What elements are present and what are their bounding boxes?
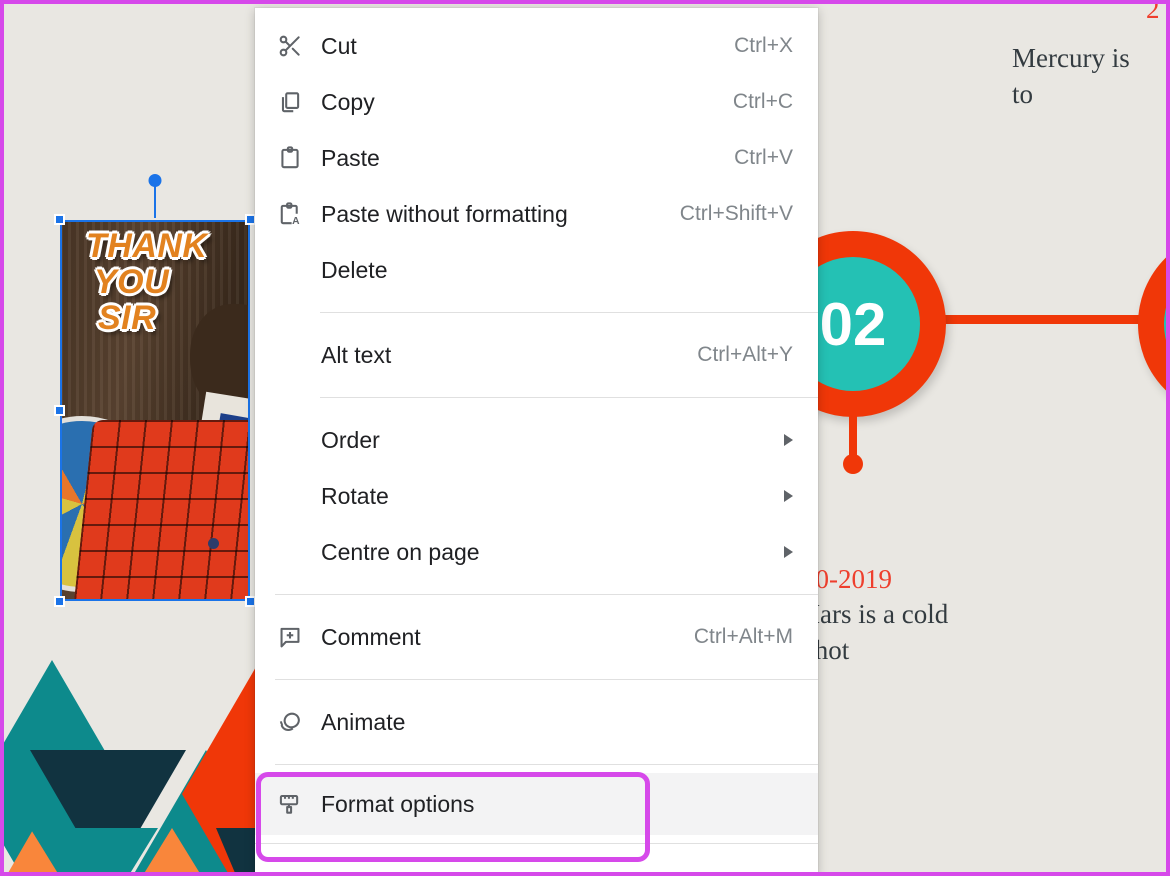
menu-separator-5 — [275, 764, 818, 765]
menu-item-copy-label: Copy — [321, 88, 375, 115]
menu-item-paste-without-formatting-label: Paste without formatting — [321, 200, 568, 227]
resize-handle-bottom-left[interactable] — [54, 596, 65, 607]
copy-icon — [277, 89, 321, 115]
image-caption-line-2: YOU — [94, 263, 170, 301]
menu-item-alt-text-label: Alt text — [321, 341, 392, 368]
menu-item-centre-on-page[interactable]: Centre on page — [255, 524, 818, 580]
timeline-node-03-ring — [1138, 231, 1166, 417]
clipboard-icon — [277, 145, 321, 171]
menu-item-delete-label: Delete — [321, 256, 388, 283]
menu-separator-6 — [255, 843, 818, 844]
menu-item-rotate[interactable]: Rotate — [255, 468, 818, 524]
menu-item-animate-label: Animate — [321, 708, 406, 735]
menu-item-format-options-label: Format options — [321, 790, 475, 817]
chevron-right-icon — [784, 490, 793, 502]
timeline-description-right: Mercury is to — [1012, 43, 1130, 110]
menu-item-paste[interactable]: Paste Ctrl+V — [255, 130, 818, 186]
menu-item-order-label: Order — [321, 426, 380, 453]
menu-item-paste-without-formatting-shortcut: Ctrl+Shift+V — [679, 202, 793, 225]
menu-item-cut[interactable]: Cut Ctrl+X — [255, 18, 818, 74]
triangle-teal-small-down — [30, 828, 158, 872]
image-caption-line-1: THANK — [86, 227, 208, 265]
clipboard-text-icon: A — [277, 201, 321, 227]
menu-item-copy-shortcut: Ctrl+C — [732, 90, 793, 113]
menu-item-animate[interactable]: Animate — [255, 694, 818, 750]
timeline-date-top-clipped: 2 — [1146, 4, 1160, 24]
menu-item-paste-shortcut: Ctrl+V — [734, 146, 793, 169]
menu-item-alt-text[interactable]: Alt text Ctrl+Alt+Y — [255, 327, 818, 383]
timeline-connector — [939, 315, 1154, 324]
selected-image-object[interactable]: THANK YOU SIR — [54, 174, 256, 607]
context-menu[interactable]: Cut Ctrl+X Copy Ctrl+C Paste Ctrl+V A Pa… — [255, 8, 818, 876]
scissors-icon — [277, 33, 321, 59]
menu-item-order[interactable]: Order — [255, 412, 818, 468]
comment-plus-icon — [277, 624, 321, 650]
menu-item-paste-label: Paste — [321, 144, 380, 171]
menu-separator-4 — [275, 679, 818, 680]
resize-handle-top-left[interactable] — [54, 214, 65, 225]
menu-item-centre-on-page-label: Centre on page — [321, 538, 480, 565]
chevron-right-icon — [784, 546, 793, 558]
menu-item-cut-label: Cut — [321, 32, 357, 59]
menu-item-copy[interactable]: Copy Ctrl+C — [255, 74, 818, 130]
menu-separator-1 — [320, 312, 818, 313]
timeline-node-02-label: 02 — [819, 290, 887, 358]
resize-handle-middle-left[interactable] — [54, 404, 65, 416]
decorative-triangles — [4, 622, 338, 872]
menu-item-rotate-label: Rotate — [321, 482, 389, 509]
paint-roller-icon — [277, 791, 321, 817]
animate-icon — [277, 709, 321, 735]
menu-item-alt-text-shortcut: Ctrl+Alt+Y — [697, 343, 793, 366]
image-thank-you-sir[interactable]: THANK YOU SIR — [60, 220, 250, 601]
menu-item-cut-shortcut: Ctrl+X — [734, 34, 793, 57]
menu-separator-2 — [320, 397, 818, 398]
svg-text:A: A — [292, 216, 300, 227]
menu-separator-3 — [275, 594, 818, 595]
chevron-right-icon — [784, 434, 793, 446]
screenshot-root: 2 Mercury is to 02 10-2019 red, Mars is … — [0, 0, 1170, 876]
menu-item-format-options[interactable]: Format options — [255, 773, 818, 835]
menu-item-comment-shortcut: Ctrl+Alt+M — [693, 625, 793, 648]
image-suit-button — [208, 538, 219, 549]
menu-item-comment-label: Comment — [321, 623, 421, 650]
timeline-node-02-dot — [843, 454, 863, 474]
timeline-node-03-disc — [1164, 257, 1166, 391]
image-caption-line-3: SIR — [98, 299, 157, 337]
rotate-handle[interactable] — [148, 174, 162, 187]
menu-item-paste-without-formatting[interactable]: A Paste without formatting Ctrl+Shift+V — [255, 186, 818, 242]
image-person-suit — [70, 420, 250, 601]
menu-item-comment[interactable]: Comment Ctrl+Alt+M — [255, 609, 818, 665]
menu-item-delete[interactable]: Delete — [255, 242, 818, 298]
